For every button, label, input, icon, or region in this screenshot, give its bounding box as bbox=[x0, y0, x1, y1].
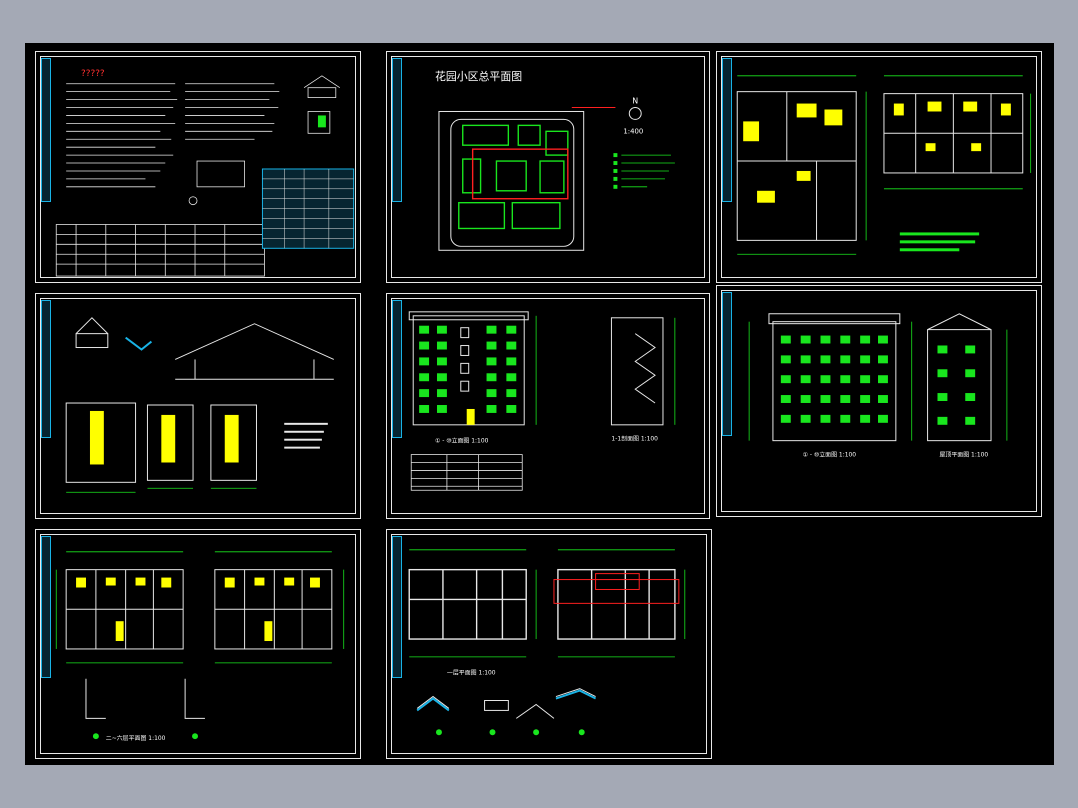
section-caption: 1-1剖面图 1:100 bbox=[611, 435, 658, 443]
floor-plan-caption: 二~六层平面图 1:100 bbox=[106, 734, 166, 742]
unit-plan-drawing bbox=[736, 75, 1032, 255]
floor-plans-drawing: 二~六层平面图 1:100 bbox=[55, 551, 345, 742]
sheet-elevation-section[interactable]: ① - ⑩立面图 1:100 1-1剖面图 1:100 bbox=[386, 293, 710, 519]
sheet-design-notes[interactable]: ????? bbox=[35, 51, 361, 283]
sheet-floor-plans[interactable]: 二~六层平面图 1:100 bbox=[35, 529, 361, 759]
side-elevation-caption: ① - ⑩立面图 1:100 bbox=[803, 451, 857, 459]
elevation-caption: ① - ⑩立面图 1:100 bbox=[435, 437, 489, 445]
north-arrow-label: N bbox=[632, 97, 638, 106]
elevation-drawing: ① - ⑩立面图 1:100 1-1剖面图 1:100 bbox=[408, 311, 676, 491]
notes-drawing: ????? bbox=[55, 69, 355, 277]
site-plan-title: 花园小区总平面图 bbox=[435, 69, 522, 83]
sheet-side-elevations[interactable]: ① - ⑩立面图 1:100 屋顶平面图 1:100 bbox=[716, 285, 1042, 517]
site-plan-drawing: 花园小区总平面图 N 1:400 bbox=[435, 69, 675, 251]
ground-plan-caption: 一层平面图 1:100 bbox=[447, 670, 496, 677]
cad-model-space[interactable]: ????? 花园小区总平面图 N 1:400 ① - ⑩立面图 1:100 1-… bbox=[25, 43, 1054, 765]
sheet-site-plan[interactable]: 花园小区总平面图 N 1:400 bbox=[386, 51, 710, 283]
site-plan-scale: 1:400 bbox=[623, 127, 643, 135]
side-elevation-drawing: ① - ⑩立面图 1:100 屋顶平面图 1:100 bbox=[748, 313, 1008, 459]
north-arrow-icon bbox=[628, 107, 642, 120]
stair-details-drawing bbox=[65, 317, 334, 493]
cover-title: ????? bbox=[81, 69, 105, 79]
roof-caption: 屋顶平面图 1:100 bbox=[939, 452, 988, 459]
ground-plans-drawing: 一层平面图 1:100 bbox=[408, 549, 686, 736]
sheet-ground-plans[interactable]: 一层平面图 1:100 bbox=[386, 529, 712, 759]
sheet-stair-details[interactable] bbox=[35, 293, 361, 519]
sheet-unit-plan[interactable] bbox=[716, 51, 1042, 283]
